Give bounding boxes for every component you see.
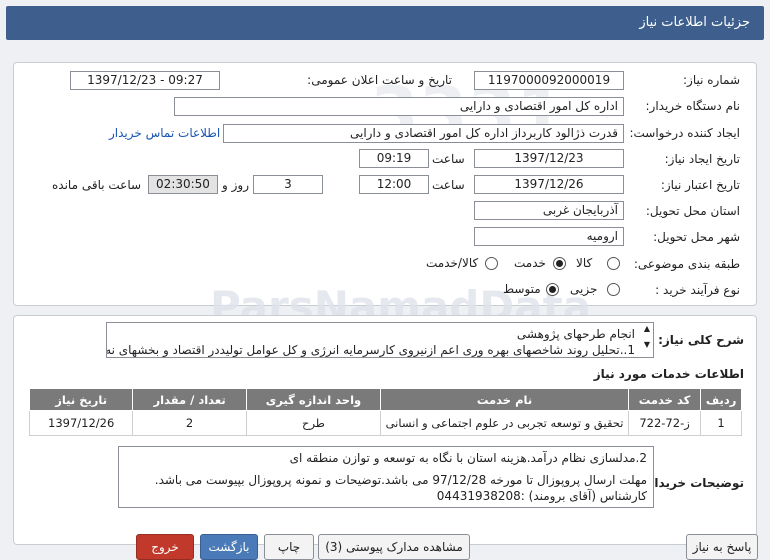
remaining-time-field: 02:30:50 xyxy=(148,175,218,194)
col-quantity: تعداد / مقدار xyxy=(132,388,247,411)
validity-date-label: تاریخ اعتبار نیاز: xyxy=(660,178,740,192)
col-service-name: نام خدمت xyxy=(380,388,629,411)
category-service-radio[interactable] xyxy=(553,257,566,270)
announce-datetime-label: تاریخ و ساعت اعلان عمومی: xyxy=(307,73,452,87)
announce-datetime-field: 1397/12/23 - 09:27 xyxy=(70,71,220,90)
create-time-label: ساعت xyxy=(432,152,465,166)
buyer-notes-line1: 2.مدلسازی نظام درآمد.هزینه استان با نگاه… xyxy=(289,451,647,465)
view-attachments-button[interactable]: مشاهده مدارک پیوستی (3) xyxy=(318,534,470,560)
days-label: روز و xyxy=(222,178,249,192)
remaining-time-label: ساعت باقی مانده xyxy=(52,178,142,192)
buyer-notes-line3: کارشناس (آقای برومند) :04431938208 xyxy=(436,489,647,503)
category-service-label: خدمت xyxy=(514,256,546,270)
services-header-row: ردیف کد خدمت نام خدمت واحد اندازه گیری ت… xyxy=(28,388,742,411)
category-goods-label: کالا xyxy=(576,256,593,270)
buyer-org-field: اداره کل امور اقتصادی و دارایی xyxy=(174,97,624,116)
col-row-number: ردیف xyxy=(700,388,742,411)
category-label: طبقه بندی موضوعی: xyxy=(633,257,740,271)
process-minor-radio[interactable] xyxy=(607,283,620,296)
process-type-label: نوع فرآیند خرید : xyxy=(655,283,740,297)
requester-field: قدرت ذژالود کاربرداز اداره کل امور اقتصا… xyxy=(223,124,624,143)
scroll-down-icon[interactable]: ▼ xyxy=(644,341,650,349)
scroll-up-icon[interactable]: ▲ xyxy=(644,325,650,333)
col-service-code: کد خدمت xyxy=(627,388,702,411)
validity-date-field: 1397/12/26 xyxy=(474,175,624,194)
cell-unit: طرح xyxy=(245,410,382,436)
general-desc-line1: انجام طرحهای پژوهشی xyxy=(516,327,635,341)
category-goods-service-label: کالا/خدمت xyxy=(426,256,479,270)
general-desc-textarea[interactable]: انجام طرحهای پژوهشی 1..تحلیل روند شاخصها… xyxy=(106,322,654,358)
category-goods-service-radio[interactable] xyxy=(485,257,498,270)
print-button[interactable]: چاپ xyxy=(264,534,314,560)
cell-quantity: 2 xyxy=(132,410,247,436)
create-time-field: 09:19 xyxy=(359,149,429,168)
buyer-notes-box: 2.مدلسازی نظام درآمد.هزینه استان با نگاه… xyxy=(118,446,654,508)
create-date-label: تاریخ ایجاد نیاز: xyxy=(664,152,740,166)
validity-time-label: ساعت xyxy=(432,178,465,192)
services-table: ردیف کد خدمت نام خدمت واحد اندازه گیری ت… xyxy=(28,388,742,436)
cell-service-code: ز-72-722 xyxy=(627,410,702,436)
reply-button[interactable]: پاسخ به نیاز xyxy=(686,534,758,560)
remaining-days-field: 3 xyxy=(253,175,323,194)
delivery-city-field: ارومیه xyxy=(474,227,624,246)
buyer-notes-line2: مهلت ارسال پروپوزال تا مورخه 97/12/28 می… xyxy=(154,473,647,487)
cell-need-date: 1397/12/26 xyxy=(28,410,134,436)
delivery-province-label: استان محل تحویل: xyxy=(645,204,740,218)
exit-button[interactable]: خروج xyxy=(136,534,194,560)
validity-time-field: 12:00 xyxy=(359,175,429,194)
services-title: اطلاعات خدمات مورد نیاز xyxy=(593,367,744,381)
back-button[interactable]: بازگشت xyxy=(200,534,258,560)
general-desc-label: شرح کلی نیاز: xyxy=(658,333,744,347)
create-date-field: 1397/12/23 xyxy=(474,149,624,168)
requester-label: ایجاد کننده درخواست: xyxy=(629,126,740,140)
delivery-city-label: شهر محل تحویل: xyxy=(653,230,740,244)
general-desc-line2: 1..تحلیل روند شاخصهای بهره وری اعم ازنیر… xyxy=(106,343,635,357)
col-unit: واحد اندازه گیری xyxy=(245,388,382,411)
table-row: 1 ز-72-722 تحقیق و توسعه تجربی در علوم ا… xyxy=(28,410,742,436)
need-number-field: 1197000092000019 xyxy=(474,71,624,90)
cell-row-number: 1 xyxy=(700,410,742,436)
cell-service-name: تحقیق و توسعه تجربی در علوم اجتماعی و ان… xyxy=(380,410,629,436)
buyer-contact-link[interactable]: اطلاعات تماس خریدار xyxy=(109,126,220,140)
process-medium-radio[interactable] xyxy=(546,283,559,296)
category-goods-radio[interactable] xyxy=(607,257,620,270)
delivery-province-field: آذربایجان غربی xyxy=(474,201,624,220)
process-medium-label: متوسط xyxy=(503,282,541,296)
page-title: جزئیات اطلاعات نیاز xyxy=(6,6,764,40)
col-need-date: تاریخ نیاز xyxy=(28,388,134,411)
process-minor-label: جزیی xyxy=(570,282,598,296)
need-number-label: شماره نیاز: xyxy=(683,73,740,87)
buyer-notes-label: توضیحات خریدار: xyxy=(642,476,744,490)
buyer-org-label: نام دستگاه خریدار: xyxy=(645,99,741,113)
